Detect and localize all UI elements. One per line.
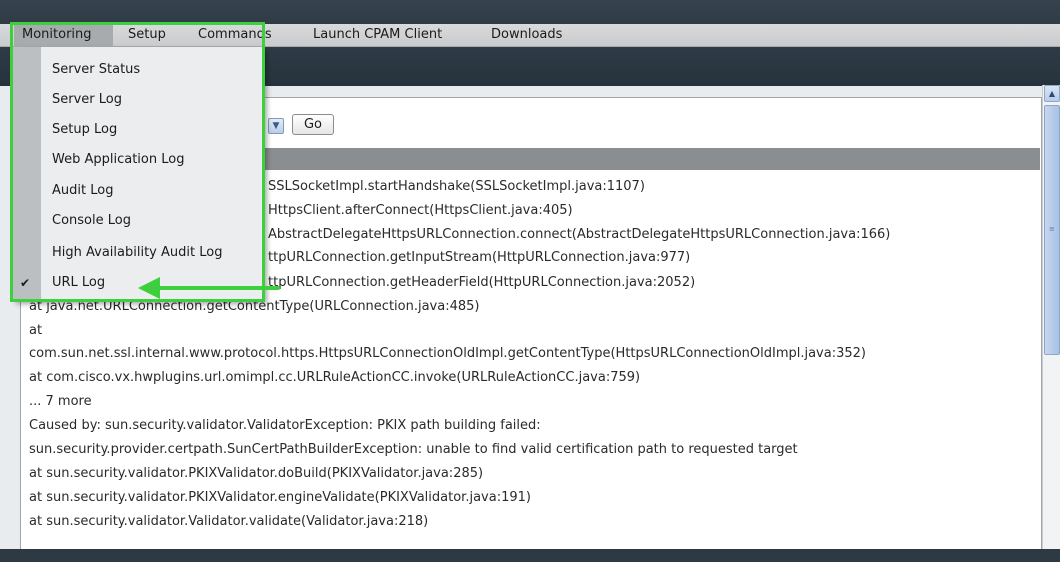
log-line: at sun.security.validator.Validator.vali… xyxy=(29,514,429,529)
log-line: at sun.security.validator.PKIXValidator.… xyxy=(29,466,484,481)
menu-item-label: High Availability Audit Log xyxy=(52,245,223,260)
log-line: at sun.security.validator.PKIXValidator.… xyxy=(29,490,531,505)
monitoring-dropdown-menu: Server Status Server Log Setup Log Web A… xyxy=(13,47,264,301)
vertical-scrollbar[interactable]: ▲ ≡ xyxy=(1042,85,1060,549)
menubar: Monitoring Setup Commands Launch CPAM Cl… xyxy=(0,24,1060,47)
log-line: ttpURLConnection.getHeaderField(HttpURLC… xyxy=(268,275,696,290)
menu-item-label: Server Status xyxy=(52,62,141,77)
menu-item-server-log[interactable]: Server Log xyxy=(13,85,264,115)
chevron-up-icon: ▲ xyxy=(1048,89,1056,98)
checkmark-icon: ✔ xyxy=(20,276,31,290)
log-line: Caused by: sun.security.validator.Valida… xyxy=(29,418,541,433)
grip-icon: ≡ xyxy=(1049,225,1055,233)
log-line: SSLSocketImpl.startHandshake(SSLSocketIm… xyxy=(268,179,645,194)
scroll-thumb[interactable]: ≡ xyxy=(1044,105,1060,355)
log-line: ... 7 more xyxy=(29,394,92,409)
log-line: ttpURLConnection.getInputStream(HttpURLC… xyxy=(268,250,691,265)
go-button[interactable]: Go xyxy=(292,114,334,135)
bottom-bar xyxy=(0,549,1060,562)
menu-item-web-application-log[interactable]: Web Application Log xyxy=(13,145,264,175)
menu-item-label: Console Log xyxy=(52,213,131,228)
app-window: Monitoring Setup Commands Launch CPAM Cl… xyxy=(0,0,1060,562)
menu-commands[interactable]: Commands xyxy=(198,24,272,46)
log-line: com.sun.net.ssl.internal.www.protocol.ht… xyxy=(29,346,866,361)
log-line: HttpsClient.afterConnect(HttpsClient.jav… xyxy=(268,203,573,218)
menu-item-setup-log[interactable]: Setup Log xyxy=(13,115,264,145)
menu-item-label: Setup Log xyxy=(52,122,118,137)
menu-item-label: URL Log xyxy=(52,275,106,290)
menu-item-console-log[interactable]: Console Log xyxy=(13,206,264,236)
menu-item-audit-log[interactable]: Audit Log xyxy=(13,176,264,206)
menu-setup[interactable]: Setup xyxy=(128,24,166,46)
log-line: at com.cisco.vx.hwplugins.url.omimpl.cc.… xyxy=(29,370,641,385)
menu-monitoring[interactable]: Monitoring xyxy=(14,24,113,46)
log-line: at xyxy=(29,323,43,338)
menu-item-server-status[interactable]: Server Status xyxy=(13,55,264,85)
scroll-up-button[interactable]: ▲ xyxy=(1044,85,1060,102)
menu-item-high-availability-audit-log[interactable]: High Availability Audit Log xyxy=(13,238,264,268)
log-line: AbstractDelegateHttpsURLConnection.conne… xyxy=(268,227,891,242)
menu-downloads[interactable]: Downloads xyxy=(491,24,562,46)
menu-item-label: Audit Log xyxy=(52,183,114,198)
menu-item-label: Web Application Log xyxy=(52,152,185,167)
log-line: sun.security.provider.certpath.SunCertPa… xyxy=(29,442,798,457)
title-band xyxy=(0,0,1060,24)
chevron-down-icon: ▼ xyxy=(272,121,280,131)
menu-launch-cpam-client[interactable]: Launch CPAM Client xyxy=(313,24,442,46)
log-select-dropdown-arrow[interactable]: ▼ xyxy=(268,118,284,134)
menu-item-label: Server Log xyxy=(52,92,122,107)
highlight-arrow-icon xyxy=(138,277,280,299)
